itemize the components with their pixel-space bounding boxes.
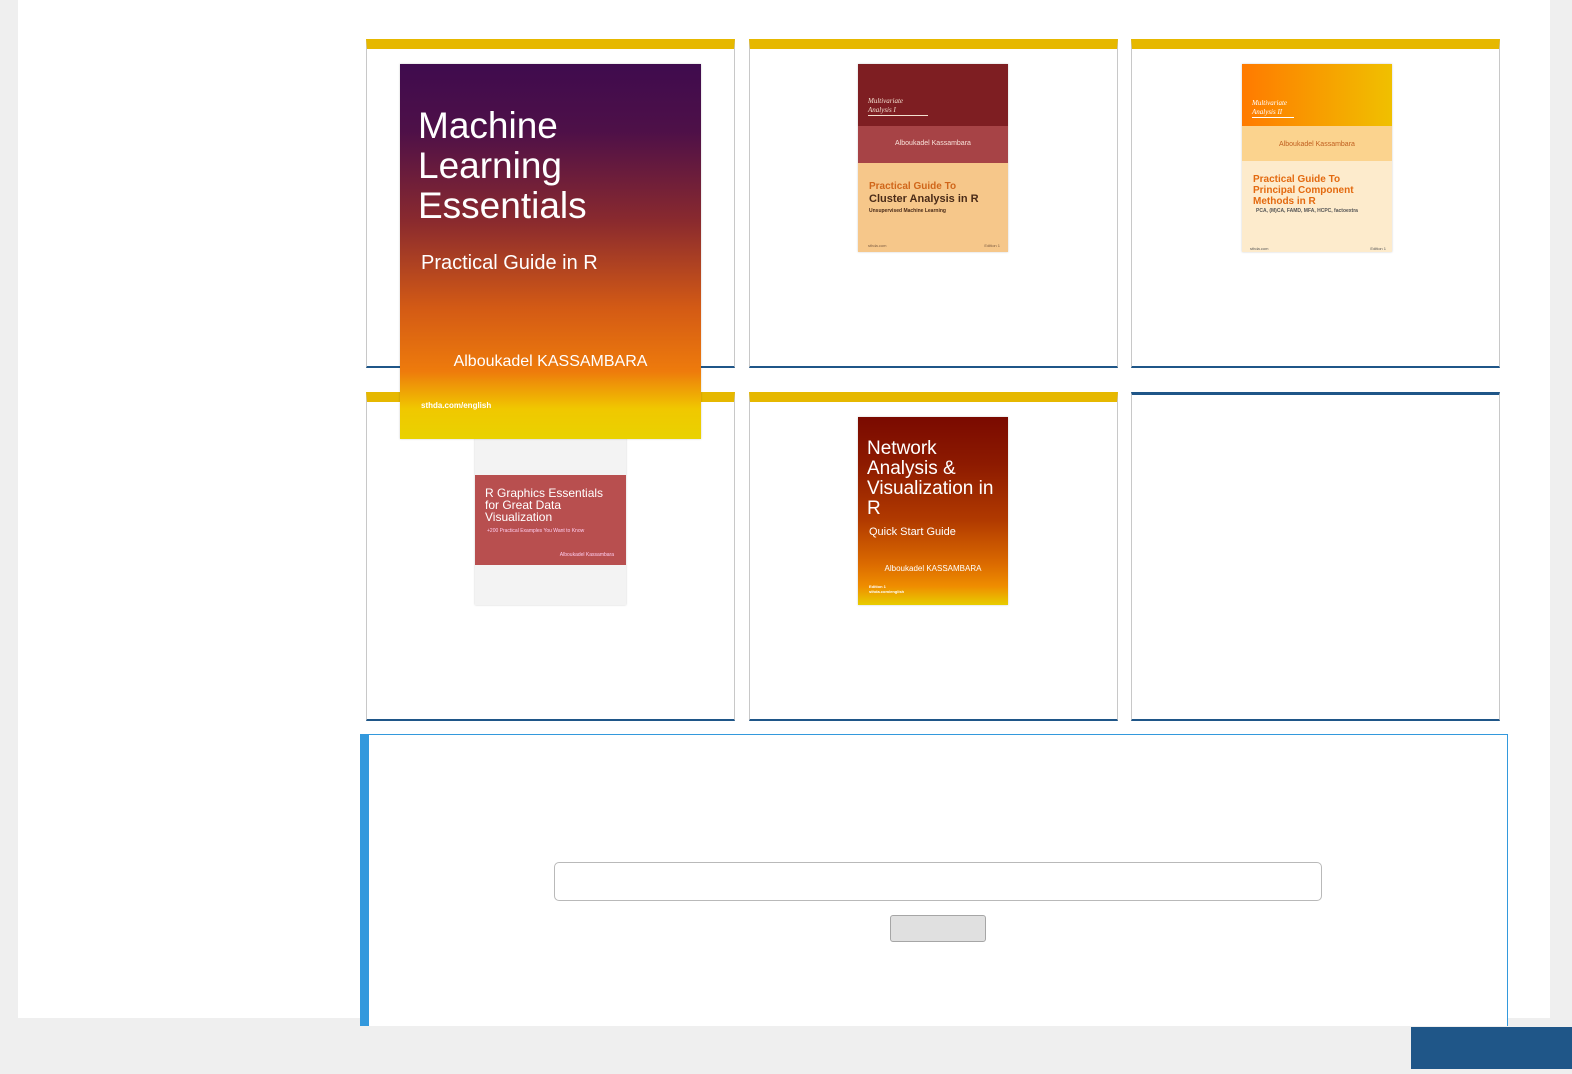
book-footer: sthda.com/english [421, 401, 492, 410]
empty-card [1131, 392, 1500, 721]
book-edition: Edition 1 sthda.com/english [869, 584, 904, 594]
book-subtitle: +200 Practical Examples You Want to Know [487, 528, 585, 534]
bottom-bar [0, 1026, 1572, 1074]
book-title-line1: Practical Guide To [869, 181, 957, 192]
book-footer: sthda.com/english [869, 589, 905, 594]
book-cover-r-graphics[interactable]: sthda.com/english Edition 1 R Graphics E… [475, 417, 626, 605]
book-series: Multivariate Analysis II [1252, 99, 1294, 118]
book-cover-pca[interactable]: Multivariate Analysis II Alboukadel Kass… [1242, 64, 1392, 252]
book-title: R Graphics Essentials for Great Data Vis… [485, 486, 604, 524]
book-subtitle: Unsupervised Machine Learning [869, 208, 946, 214]
book-title: Network Analysis & Visualization in R [867, 438, 994, 519]
book-title-line2: Cluster Analysis in R [869, 193, 979, 205]
book-title: Machine Learning Essentials [418, 105, 587, 226]
cover-top-band [858, 64, 1008, 126]
book-subtitle: Practical Guide in R [421, 252, 598, 274]
form-text-input[interactable] [554, 862, 1322, 901]
book-series: Multivariate Analysis I [868, 97, 928, 116]
book-subtitle: Quick Start Guide [869, 526, 956, 538]
book-author: Alboukadel Kassambara [1279, 141, 1355, 148]
book-cover-cluster-analysis[interactable]: Multivariate Analysis I Alboukadel Kassa… [858, 64, 1008, 252]
book-footer-left: sthda.com [1250, 246, 1269, 251]
form-submit-button[interactable] [890, 915, 986, 942]
book-footer-right: Edition 1 [1370, 246, 1386, 251]
book-author: Alboukadel KASSAMBARA [453, 353, 648, 370]
book-subtitle: PCA, (M)CA, FAMD, MFA, HCPC, factoextra [1256, 208, 1358, 214]
right-margin [1550, 0, 1572, 1018]
book-author: Alboukadel Kassambara [559, 552, 614, 558]
book-footer-left: sthda.com [868, 243, 887, 248]
book-footer-right: Edition 1 [984, 243, 1000, 248]
book-author: Alboukadel Kassambara [895, 140, 971, 147]
book-cover-machine-learning[interactable]: Machine Learning Essentials Practical Gu… [400, 64, 701, 439]
bottom-bar-button[interactable] [1411, 1027, 1572, 1069]
book-cover-network-analysis[interactable]: Network Analysis & Visualization in R Qu… [858, 417, 1008, 605]
book-author: Alboukadel KASSAMBARA [884, 564, 982, 573]
book-title: Practical Guide To Principal Component M… [1253, 174, 1354, 207]
